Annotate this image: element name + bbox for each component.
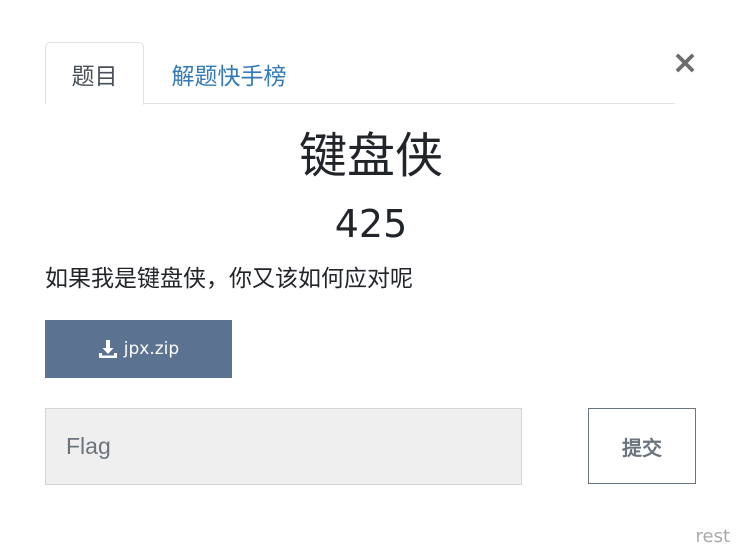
tab-solves-label: 解题快手榜 bbox=[171, 63, 287, 90]
challenge-description: 如果我是键盘侠，你又该如何应对呢 bbox=[45, 266, 413, 292]
challenge-name: 键盘侠 bbox=[298, 128, 443, 184]
submit-button-label: 提交 bbox=[622, 435, 662, 460]
download-file-button[interactable]: jpx.zip bbox=[45, 320, 232, 378]
download-icon bbox=[98, 339, 118, 359]
close-icon[interactable]: × bbox=[672, 43, 699, 81]
corner-text: rest bbox=[695, 526, 730, 547]
tab-challenge-label: 题目 bbox=[71, 63, 118, 90]
flag-input[interactable] bbox=[45, 408, 522, 485]
file-name: jpx.zip bbox=[123, 339, 180, 359]
challenge-points: 425 bbox=[334, 202, 408, 246]
submit-button[interactable]: 提交 bbox=[588, 408, 696, 484]
challenge-tabs: 题目 解题快手榜 bbox=[45, 42, 675, 105]
tab-challenge[interactable]: 题目 bbox=[45, 42, 144, 105]
tab-solves[interactable]: 解题快手榜 bbox=[144, 42, 314, 105]
challenge-modal: 题目 解题快手榜 × 键盘侠 425 如果我是键盘侠，你又该如何应对呢 jpx.… bbox=[0, 0, 742, 555]
